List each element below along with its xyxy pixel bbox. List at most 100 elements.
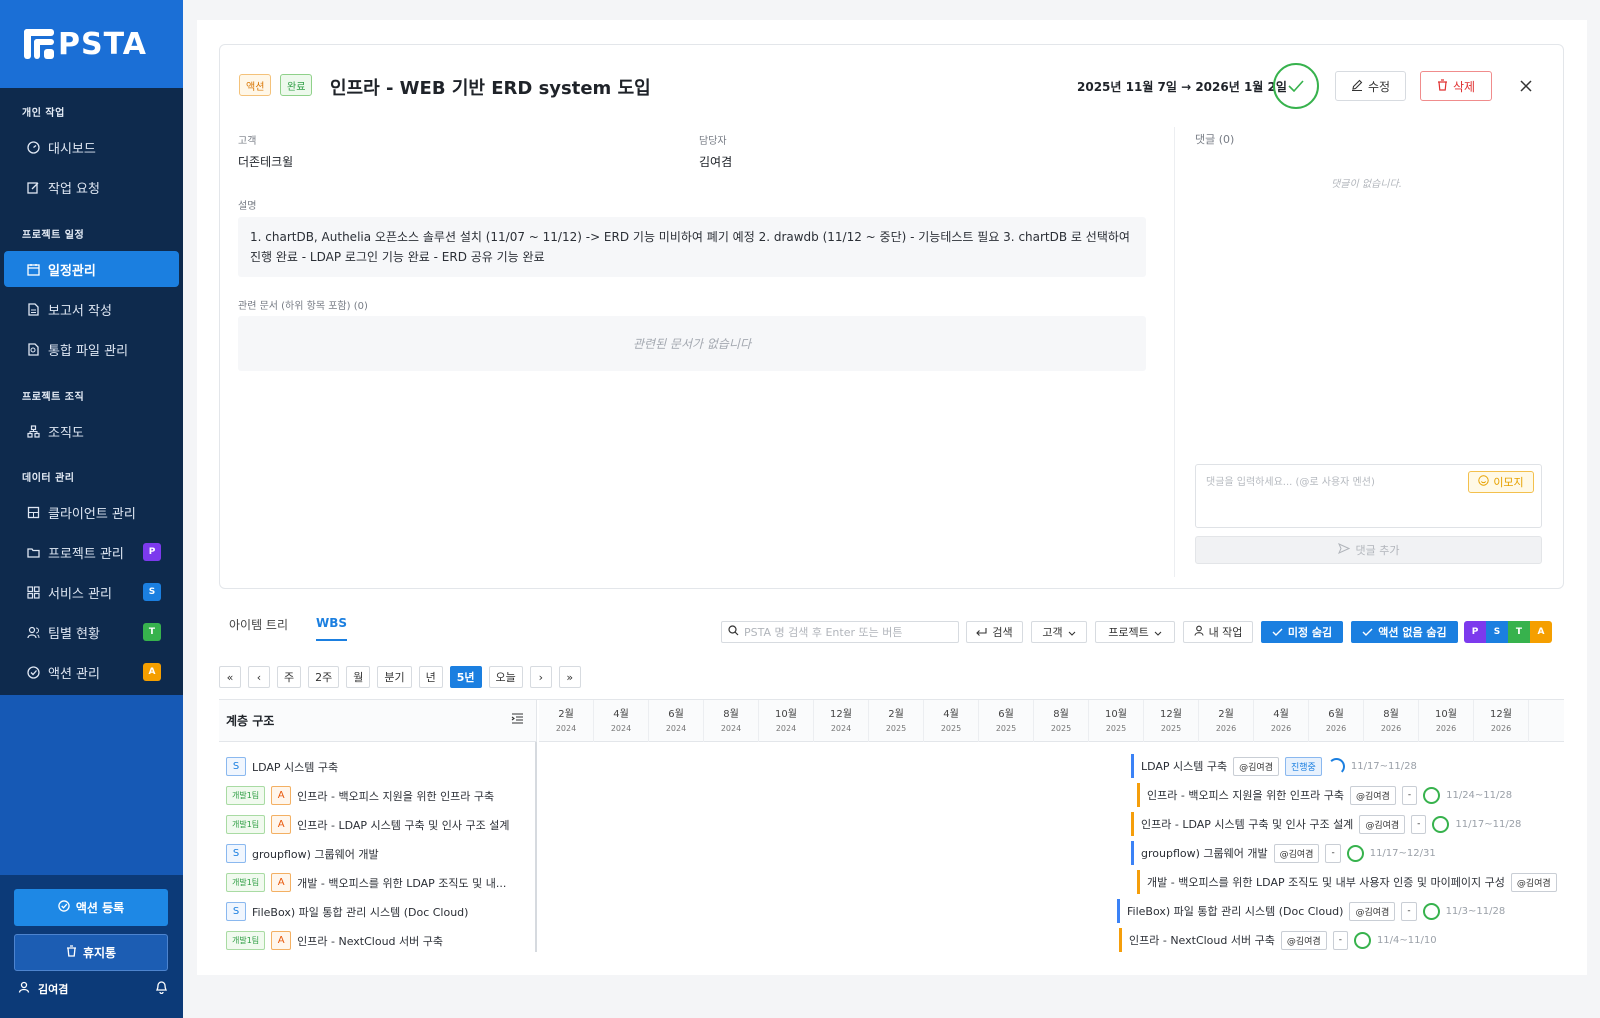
- today-button[interactable]: 오늘: [488, 666, 523, 688]
- gantt-bar[interactable]: 인프라 - LDAP 시스템 구축 및 인사 구조 설계 @김여겸 - 11/17~1…: [1131, 812, 1521, 836]
- hide-undecided-toggle[interactable]: 미정 숨김: [1261, 621, 1343, 643]
- tree-row[interactable]: 개발1팀 A 개발 - 백오피스를 위한 LDAP 조직도 및 내...: [226, 868, 506, 897]
- sidebar-item-org-chart[interactable]: 조직도: [4, 413, 179, 449]
- tab-wbs[interactable]: WBS: [316, 616, 348, 641]
- sidebar-item-report[interactable]: 보고서 작성: [4, 291, 179, 327]
- sidebar-item-file-management[interactable]: 통합 파일 관리: [4, 331, 179, 367]
- psta-type-filter[interactable]: P S T A: [1464, 621, 1552, 643]
- zoom-quarter-button[interactable]: 분기: [377, 666, 412, 688]
- logo[interactable]: PSTA: [0, 0, 183, 88]
- gantt-bar[interactable]: FileBox) 파일 통합 관리 시스템 (Doc Cloud) @김여겸 - 11…: [1117, 899, 1505, 923]
- month-label: 6월: [998, 709, 1014, 720]
- sidebar-item-services[interactable]: 서비스 관리 S: [4, 574, 179, 610]
- timeline-month: 12월 2025: [1144, 700, 1199, 742]
- year-label: 2026: [1435, 724, 1457, 733]
- tree-row[interactable]: Sgroupflow) 그룹웨어 개발: [226, 839, 379, 868]
- tree-title: 계층 구조: [226, 714, 275, 728]
- tree-row[interactable]: 개발1팀 A 인프라 - LDAP 시스템 구축 및 인사 구조 설계: [226, 810, 509, 839]
- hide-no-action-toggle[interactable]: 액션 없음 숨김: [1351, 621, 1458, 643]
- close-button[interactable]: [1512, 72, 1540, 100]
- timeline-month: 4월 2026: [1254, 700, 1309, 742]
- my-work-button[interactable]: 내 작업: [1183, 621, 1253, 643]
- action-badge: A: [143, 663, 161, 681]
- year-label: 2024: [665, 724, 687, 733]
- search-button[interactable]: 검색: [966, 621, 1023, 643]
- timeline-month: 6월 2025: [979, 700, 1034, 742]
- sidebar-item-projects[interactable]: 프로젝트 관리 P: [4, 534, 179, 570]
- service-type-badge: S: [226, 902, 246, 921]
- check-circle-icon: [58, 900, 70, 915]
- user-name: 김여겸: [38, 982, 69, 996]
- timeline-month: 8월 2026: [1364, 700, 1419, 742]
- gantt-bar[interactable]: groupflow) 그룹웨어 개발 @김여겸 - 11/17~12/31: [1131, 841, 1436, 865]
- edit-button[interactable]: 수정: [1335, 71, 1406, 101]
- tree-row[interactable]: S FileBox) 파일 통합 관리 시스템 (Doc Cloud): [226, 897, 468, 926]
- month-label: 2월: [1218, 709, 1234, 720]
- trash-button[interactable]: 휴지통: [14, 934, 168, 971]
- sidebar-item-schedule[interactable]: 일정관리: [4, 251, 179, 287]
- year-label: 2024: [555, 724, 577, 733]
- delete-button[interactable]: 삭제: [1420, 71, 1492, 101]
- zoom-2week-button[interactable]: 2주: [308, 666, 340, 688]
- zoom-month-button[interactable]: 월: [346, 666, 371, 688]
- type-badge-t[interactable]: T: [1508, 621, 1530, 643]
- action-tag: 액션: [239, 74, 272, 96]
- emoji-button[interactable]: 이모지: [1468, 471, 1534, 493]
- date-range-label: 11/3~11/28: [1445, 905, 1506, 917]
- sidebar-item-dashboard[interactable]: 대시보드: [4, 129, 179, 165]
- timeline-month: 8월 2024: [704, 700, 759, 742]
- tree-row[interactable]: 개발1팀 A 인프라 - NextCloud 서버 구축: [226, 926, 443, 952]
- tree-row[interactable]: S LDAP 시스템 구축: [226, 752, 338, 781]
- team-badge: T: [143, 623, 161, 641]
- year-label: 2026: [1380, 724, 1402, 733]
- zoom-year-button[interactable]: 년: [418, 666, 443, 688]
- register-action-button[interactable]: 액션 등록: [14, 889, 168, 926]
- tree-header: 계층 구조: [219, 700, 537, 742]
- gantt-bar[interactable]: 인프라 - 백오피스 지원을 위한 인프라 구축 @김여겸 - 11/24~11/28: [1137, 783, 1512, 807]
- zoom-week-button[interactable]: 주: [277, 666, 302, 688]
- user-icon: [18, 981, 30, 996]
- action-type-badge: A: [271, 786, 292, 805]
- month-label: 10월: [1435, 709, 1457, 720]
- prev-button[interactable]: ‹: [248, 666, 270, 688]
- year-label: 2026: [1270, 724, 1292, 733]
- first-page-button[interactable]: «: [219, 666, 241, 688]
- status-chip: -: [1325, 843, 1341, 863]
- wbs-gantt: 계층 구조 S LDAP 시스템 구축 개발1팀 A 인프라 - 백오피스 지원을 위한…: [219, 699, 1564, 952]
- project-filter[interactable]: 프로젝트: [1095, 621, 1175, 643]
- complete-toggle[interactable]: [1273, 63, 1319, 109]
- status-badge: 완료: [280, 74, 313, 96]
- sidebar-item-clients[interactable]: 클라이언트 관리: [4, 494, 179, 530]
- sidebar-item-team-status[interactable]: 팀별 현황 T: [4, 614, 179, 650]
- logo-text: PSTA: [58, 26, 147, 62]
- collapse-icon[interactable]: [511, 713, 524, 727]
- tree-row[interactable]: 개발1팀 A 인프라 - 백오피스 지원을 위한 인프라 구축: [226, 781, 494, 810]
- year-label: 2025: [1105, 724, 1127, 733]
- action-type-badge: A: [271, 931, 292, 950]
- zoom-5year-button[interactable]: 5년: [449, 666, 482, 688]
- check-icon: [1288, 76, 1304, 97]
- bell-icon[interactable]: [155, 980, 168, 997]
- progress-ring-icon: [1327, 757, 1345, 775]
- type-badge-p[interactable]: P: [1464, 621, 1486, 643]
- send-icon: [1337, 543, 1350, 557]
- type-badge-a[interactable]: A: [1530, 621, 1552, 643]
- psta-search-input[interactable]: PSTA 명 검색 후 Enter 또는 버튼: [721, 621, 959, 643]
- last-page-button[interactable]: »: [558, 666, 581, 688]
- month-label: 8월: [1383, 709, 1399, 720]
- gantt-bar[interactable]: 인프라 - NextCloud 서버 구축 @김여겸 - 11/4~11/10: [1119, 928, 1437, 952]
- gantt-bar[interactable]: LDAP 시스템 구축 @김여겸 진행중 11/17~11/28: [1131, 754, 1417, 778]
- my-work-label: 내 작업: [1208, 626, 1243, 639]
- next-button[interactable]: ›: [529, 666, 552, 688]
- customer-filter[interactable]: 고객: [1031, 621, 1087, 643]
- sidebar-item-work-request[interactable]: 작업 요청: [4, 169, 179, 205]
- description-label: 설명: [238, 201, 257, 212]
- type-badge-s[interactable]: S: [1486, 621, 1508, 643]
- sidebar-item-actions[interactable]: 액션 관리 A: [4, 654, 179, 690]
- tab-item-tree[interactable]: 아이템 트리: [229, 616, 288, 641]
- add-comment-button[interactable]: 댓글 추가: [1195, 536, 1542, 564]
- gantt-bar[interactable]: 개발 - 백오피스를 위한 LDAP 조직도 및 내부 사용자 인증 및 마이페…: [1137, 870, 1557, 894]
- progress-ring-icon: [1422, 902, 1440, 920]
- search-icon: [728, 625, 739, 639]
- month-label: 2월: [558, 709, 574, 720]
